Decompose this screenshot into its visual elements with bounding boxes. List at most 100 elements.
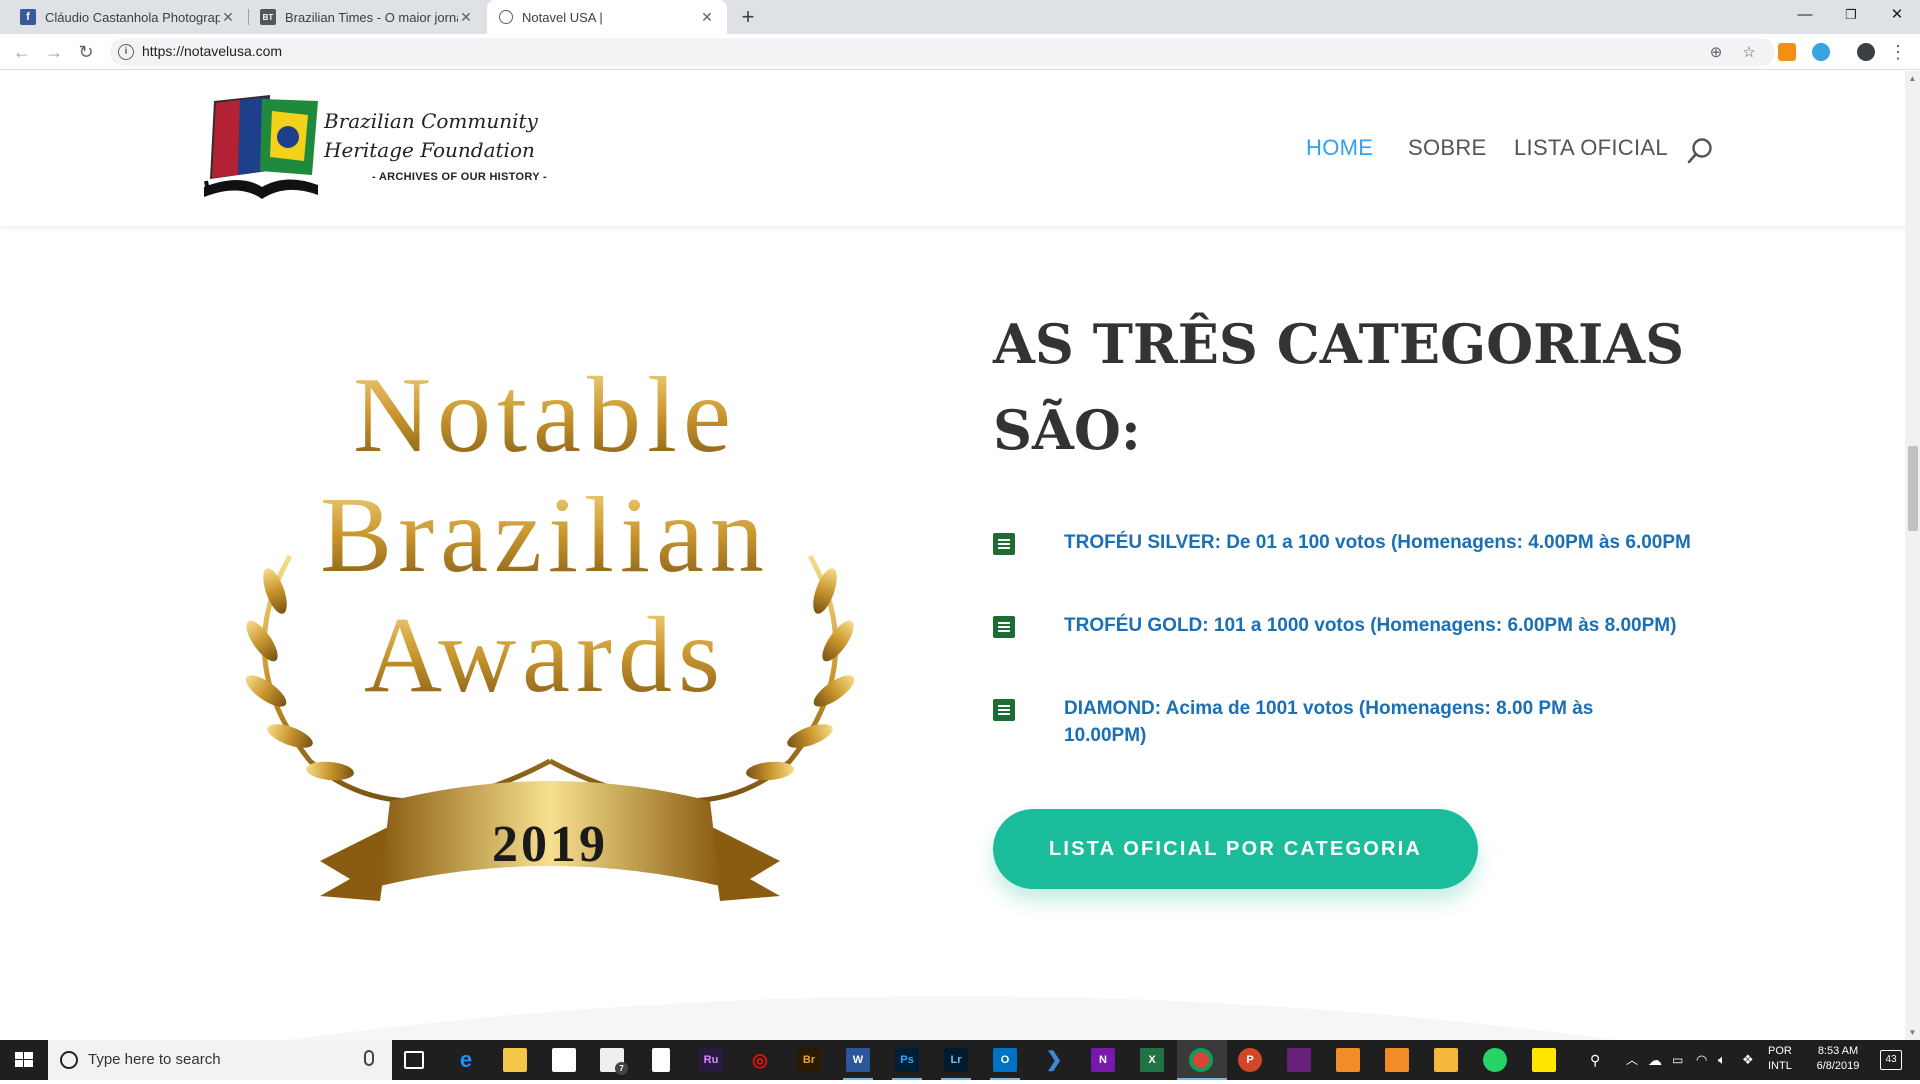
logo-text-line2: Heritage Foundation bbox=[324, 138, 535, 162]
microphone-icon[interactable] bbox=[364, 1050, 374, 1066]
wifi-icon[interactable]: ◠ bbox=[1696, 1040, 1707, 1080]
nav-sobre[interactable]: SOBRE bbox=[1408, 135, 1487, 161]
outlook-icon[interactable]: O bbox=[993, 1048, 1017, 1072]
award-line3: Awards bbox=[364, 596, 726, 715]
keyboard-layout: INTL bbox=[1768, 1060, 1792, 1072]
store-icon[interactable] bbox=[552, 1048, 576, 1072]
menu-kebab-icon[interactable]: ⋮ bbox=[1886, 40, 1910, 64]
clock[interactable]: 8:53 AM 6/8/2019 bbox=[1810, 1044, 1866, 1084]
nav-home[interactable]: HOME bbox=[1306, 135, 1373, 161]
photoshop-icon[interactable]: Ps bbox=[895, 1048, 919, 1072]
close-icon[interactable]: ✕ bbox=[458, 9, 474, 26]
site-logo[interactable]: Brazilian Community Heritage Foundation … bbox=[200, 91, 560, 211]
category-text: TROFÉU GOLD: 101 a 1000 votos (Homenagen… bbox=[1064, 615, 1677, 636]
file-explorer-icon[interactable] bbox=[503, 1048, 527, 1072]
cloud-extension-icon[interactable] bbox=[1812, 43, 1830, 61]
restore-button[interactable]: ❐ bbox=[1828, 0, 1874, 30]
lista-oficial-por-categoria-button[interactable]: LISTA OFICIAL POR CATEGORIA bbox=[993, 809, 1478, 889]
search-icon[interactable] bbox=[1686, 137, 1714, 165]
category-text: TROFÉU SILVER: De 01 a 100 votos (Homena… bbox=[1064, 532, 1691, 553]
back-button[interactable]: ← bbox=[10, 40, 34, 64]
edge-icon[interactable]: e bbox=[454, 1048, 478, 1072]
clock-date: 6/8/2019 bbox=[1816, 1060, 1860, 1072]
extension-icon[interactable] bbox=[1778, 43, 1796, 61]
globe-icon bbox=[499, 10, 513, 24]
chrome-icon[interactable] bbox=[1189, 1048, 1213, 1072]
onedrive-icon[interactable]: ☁ bbox=[1648, 1040, 1662, 1080]
tab-title: Notavel USA | bbox=[522, 9, 603, 25]
clock-time: 8:53 AM bbox=[1817, 1045, 1859, 1057]
people-icon[interactable]: ⚲ bbox=[1590, 1040, 1600, 1080]
app-yellow-icon[interactable] bbox=[1434, 1048, 1458, 1072]
forward-button[interactable]: → bbox=[42, 40, 66, 64]
sticky-notes-icon[interactable] bbox=[1532, 1048, 1556, 1072]
tab-title: Brazilian Times - O maior jornal b bbox=[285, 9, 458, 25]
browser-toolbar: ← → ↻ i https://notavelusa.com ⊕ ☆ ⋮ bbox=[0, 34, 1920, 70]
section-title: AS TRÊS CATEGORIAS SÃO: bbox=[993, 312, 1685, 462]
bookmark-star-icon[interactable]: ☆ bbox=[1740, 44, 1758, 62]
list-icon bbox=[993, 533, 1015, 555]
nav-lista-oficial[interactable]: LISTA OFICIAL bbox=[1514, 135, 1668, 161]
app-orange-icon[interactable] bbox=[1336, 1048, 1360, 1072]
document-icon[interactable] bbox=[652, 1048, 670, 1072]
page-content: Brazilian Community Heritage Foundation … bbox=[0, 71, 1905, 1040]
excel-icon[interactable]: X bbox=[1140, 1048, 1164, 1072]
lightroom-icon[interactable]: Lr bbox=[944, 1048, 968, 1072]
site-info-icon[interactable]: i bbox=[118, 44, 134, 60]
close-icon[interactable]: ✕ bbox=[699, 9, 715, 26]
scroll-down-arrow-icon[interactable]: ▼ bbox=[1905, 1025, 1920, 1040]
language-code: POR bbox=[1768, 1045, 1792, 1057]
word-icon[interactable]: W bbox=[846, 1048, 870, 1072]
category-text: DIAMOND: Acima de 1001 votos (Homenagens… bbox=[1064, 698, 1594, 746]
language-indicator[interactable]: POR INTL bbox=[1768, 1044, 1792, 1084]
scroll-up-arrow-icon[interactable]: ▲ bbox=[1905, 71, 1920, 86]
volume-icon[interactable]: 🔈︎ bbox=[1718, 1040, 1726, 1080]
windows-start-icon[interactable] bbox=[0, 1040, 48, 1080]
close-window-button[interactable]: ✕ bbox=[1874, 0, 1920, 30]
taskbar-search-box[interactable]: Type here to search bbox=[48, 1040, 392, 1080]
reload-button[interactable]: ↻ bbox=[74, 40, 98, 64]
battery-icon[interactable]: ▭ bbox=[1672, 1040, 1683, 1080]
powerpoint-icon[interactable]: P bbox=[1238, 1048, 1262, 1072]
page-scrollbar[interactable]: ▲ ▼ bbox=[1905, 71, 1920, 1040]
award-year: 2019 bbox=[492, 816, 608, 873]
mail-badge: 7 bbox=[615, 1062, 628, 1075]
whatsapp-icon[interactable] bbox=[1483, 1048, 1507, 1072]
sublime-icon[interactable] bbox=[1385, 1048, 1409, 1072]
tray-overflow-chevron-icon[interactable]: ︿ bbox=[1626, 1040, 1638, 1080]
browser-tab-bar: f Cláudio Castanhola Photography ✕ BT Br… bbox=[0, 0, 1920, 34]
visual-studio-icon[interactable] bbox=[1287, 1048, 1311, 1072]
search-placeholder: Type here to search bbox=[88, 1051, 221, 1068]
windows-taskbar: Type here to search e 7 Ru ◎ Br W Ps Lr … bbox=[0, 1040, 1920, 1080]
bridge-icon[interactable]: Br bbox=[797, 1048, 821, 1072]
task-view-icon[interactable] bbox=[404, 1051, 424, 1069]
list-icon bbox=[993, 616, 1015, 638]
tab-notavel-usa[interactable]: Notavel USA | ✕ bbox=[487, 0, 727, 34]
profile-avatar-icon[interactable] bbox=[1857, 43, 1875, 61]
notifications-icon[interactable]: 43 bbox=[1880, 1050, 1902, 1070]
close-icon[interactable]: ✕ bbox=[220, 9, 236, 26]
tab-brazilian-times[interactable]: BT Brazilian Times - O maior jornal b ✕ bbox=[248, 0, 486, 34]
book-flag-logo-icon bbox=[204, 95, 318, 199]
new-tab-button[interactable]: + bbox=[735, 4, 761, 30]
tab-title: Cláudio Castanhola Photography bbox=[45, 9, 220, 25]
notable-brazilian-awards-image: Notable Brazilian Awards 2019 bbox=[245, 356, 855, 901]
list-icon bbox=[993, 699, 1015, 721]
logo-text-tagline: - ARCHIVES OF OUR HISTORY - bbox=[372, 171, 547, 183]
dropbox-icon[interactable]: ❖ bbox=[1742, 1040, 1754, 1080]
section-divider-curve bbox=[286, 996, 1618, 1040]
address-bar[interactable]: i https://notavelusa.com ⊕ ☆ bbox=[110, 38, 1775, 66]
tab-claudio-castanhola[interactable]: f Cláudio Castanhola Photography ✕ bbox=[8, 0, 248, 34]
scroll-thumb[interactable] bbox=[1908, 446, 1918, 531]
premiere-rush-icon[interactable]: Ru bbox=[699, 1048, 723, 1072]
minimize-button[interactable]: — bbox=[1782, 0, 1828, 30]
url-text: https://notavelusa.com bbox=[142, 43, 283, 59]
onenote-icon[interactable]: N bbox=[1091, 1048, 1115, 1072]
facebook-icon: f bbox=[20, 9, 36, 25]
creative-cloud-icon[interactable]: ◎ bbox=[748, 1048, 772, 1072]
award-line1: Notable bbox=[353, 356, 737, 475]
cortana-icon bbox=[60, 1051, 78, 1069]
zoom-icon[interactable]: ⊕ bbox=[1707, 44, 1725, 62]
logo-text-line1: Brazilian Community bbox=[324, 109, 538, 133]
powershell-icon[interactable]: ❯ bbox=[1042, 1048, 1066, 1072]
